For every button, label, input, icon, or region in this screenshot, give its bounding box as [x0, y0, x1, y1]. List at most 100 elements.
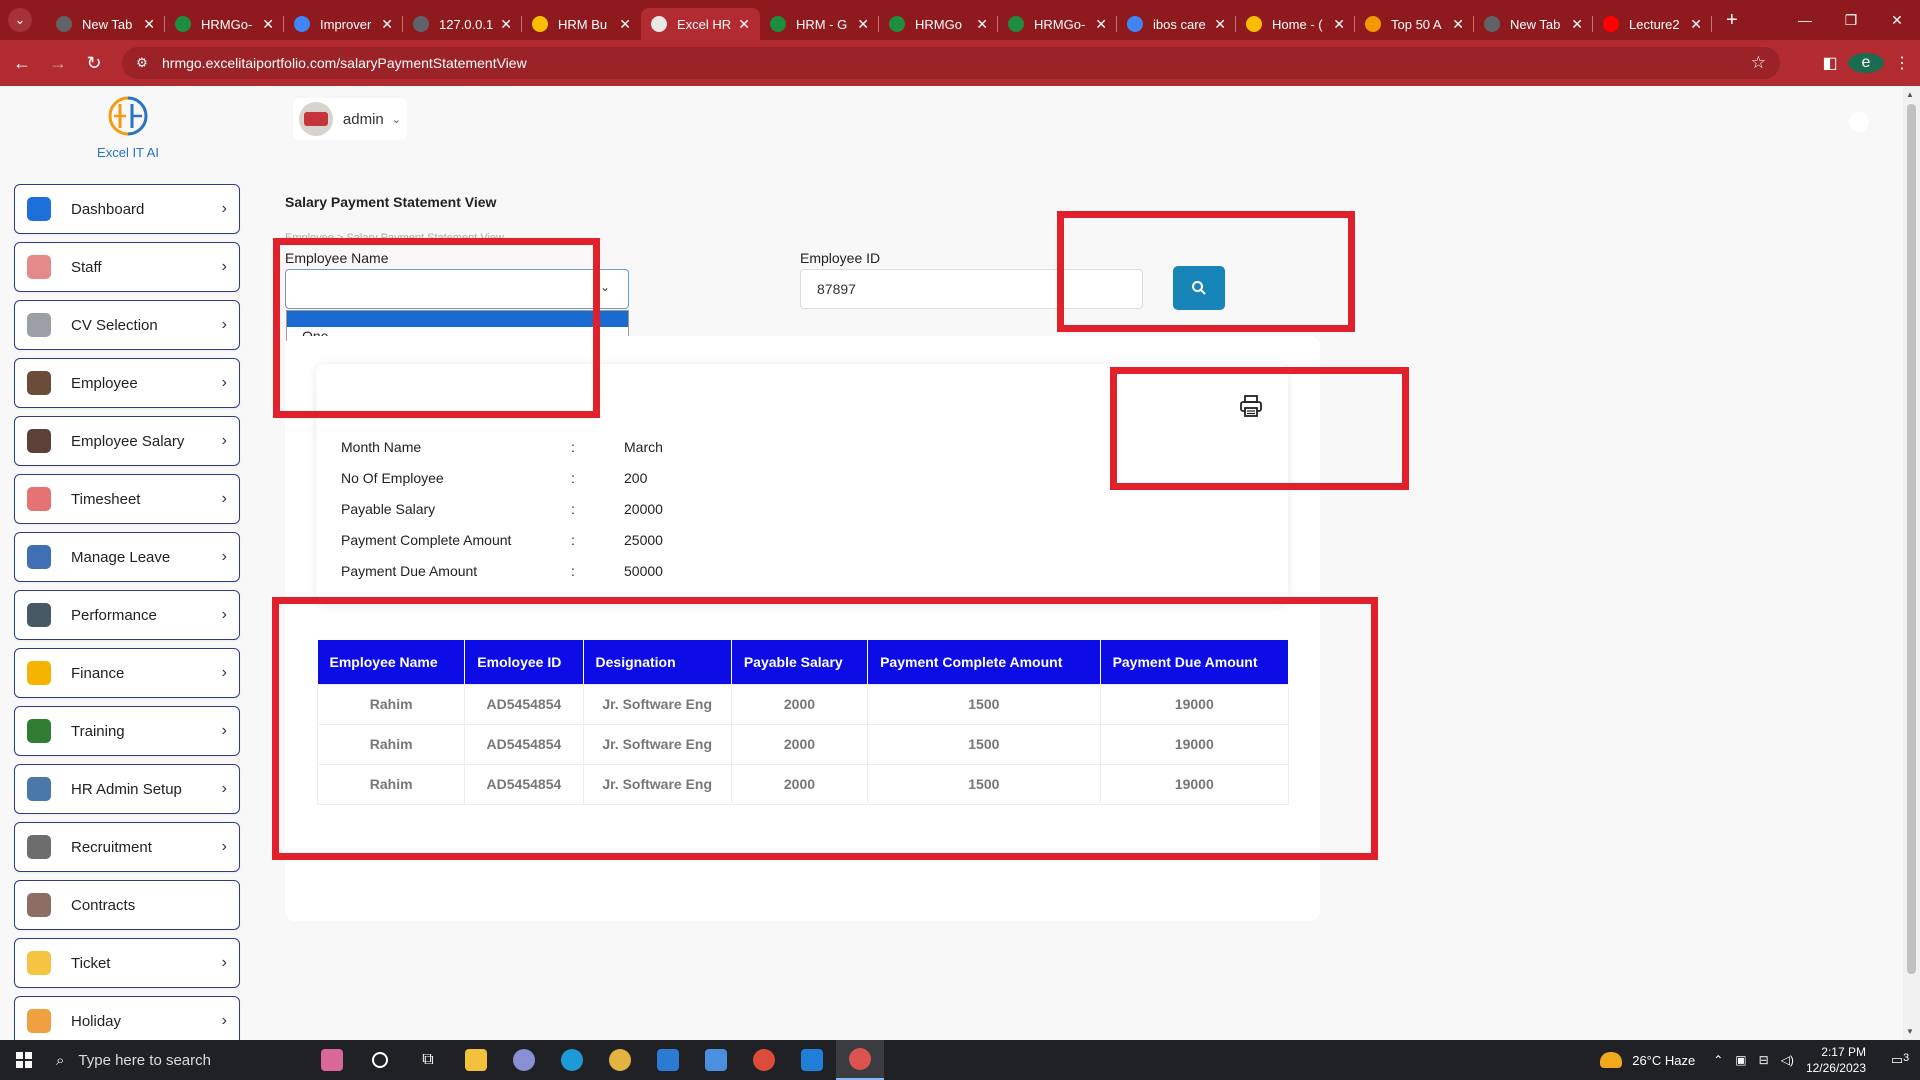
- sidebar-item-employee-salary[interactable]: Employee Salary ›: [14, 416, 240, 466]
- back-button[interactable]: ←: [8, 49, 36, 77]
- browser-tab[interactable]: 127.0.0.1 ✕: [403, 8, 522, 40]
- profile-button[interactable]: e: [1848, 53, 1884, 73]
- restore-button[interactable]: ❐: [1828, 0, 1874, 40]
- notification-dot-icon[interactable]: [1849, 112, 1869, 132]
- column-header[interactable]: Payment Due Amount: [1100, 640, 1290, 684]
- browser-tab[interactable]: New Tab ✕: [1474, 8, 1593, 40]
- url-field[interactable]: ⚙ hrmgo.excelitaiportfolio.com/salaryPay…: [122, 47, 1780, 79]
- browser-tab[interactable]: Lecture2 ✕: [1593, 8, 1712, 40]
- sidebar-item-dashboard[interactable]: Dashboard ›: [14, 184, 240, 234]
- column-header[interactable]: Emoloyee ID: [464, 640, 584, 684]
- tab-close-icon[interactable]: ✕: [262, 16, 274, 33]
- page-scrollbar[interactable]: ▲ ▼: [1903, 86, 1920, 1040]
- scroll-up-arrow-icon[interactable]: ▲: [1906, 90, 1914, 99]
- sidebar-item-cv-selection[interactable]: CV Selection ›: [14, 300, 240, 350]
- volume-icon[interactable]: ◁): [1781, 1053, 1794, 1067]
- dropdown-highlighted-option[interactable]: [287, 311, 628, 327]
- store-icon[interactable]: [692, 1040, 740, 1080]
- tab-close-icon[interactable]: ✕: [143, 16, 155, 33]
- cortana-icon[interactable]: [356, 1040, 404, 1080]
- browser-tab[interactable]: HRM Bu ✕: [522, 8, 641, 40]
- tab-close-icon[interactable]: ✕: [1452, 16, 1464, 33]
- scroll-down-arrow-icon[interactable]: ▼: [1906, 1027, 1914, 1036]
- browser-tab[interactable]: ibos care ✕: [1117, 8, 1236, 40]
- table-cell: 1500: [867, 723, 1101, 765]
- app-logo[interactable]: Excel IT AI: [92, 94, 164, 160]
- sidebar-item-holiday[interactable]: Holiday ›: [14, 996, 240, 1040]
- weather-widget[interactable]: 26°C Haze: [1600, 1052, 1695, 1068]
- sidebar-item-contracts[interactable]: Contracts: [14, 880, 240, 930]
- column-header[interactable]: Payment Complete Amount: [867, 640, 1101, 684]
- browser-menu-icon[interactable]: ⋮: [1884, 53, 1920, 73]
- taskbar-search[interactable]: ⌕ Type here to search: [48, 1040, 298, 1080]
- sidebar-item-timesheet[interactable]: Timesheet ›: [14, 474, 240, 524]
- column-header[interactable]: Payable Salary: [731, 640, 869, 684]
- tab-close-icon[interactable]: ✕: [500, 16, 512, 33]
- summary-separator: :: [571, 563, 575, 579]
- browser-tab[interactable]: Home - (✕: [1236, 8, 1355, 40]
- tab-close-icon[interactable]: ✕: [1095, 16, 1107, 33]
- start-button[interactable]: [0, 1052, 48, 1068]
- clock[interactable]: 2:17 PM 12/26/2023: [1806, 1044, 1866, 1076]
- tab-close-icon[interactable]: ✕: [1333, 16, 1345, 33]
- tab-close-icon[interactable]: ✕: [976, 16, 988, 33]
- sidebar-item-manage-leave[interactable]: Manage Leave ›: [14, 532, 240, 582]
- teams-icon[interactable]: [500, 1040, 548, 1080]
- scroll-thumb[interactable]: [1907, 104, 1916, 974]
- tab-close-icon[interactable]: ✕: [1571, 16, 1583, 33]
- chevron-up-icon[interactable]: ⌃: [1713, 1053, 1723, 1067]
- browser-tab[interactable]: Top 50 A ✕: [1355, 8, 1474, 40]
- sidebar-item-performance[interactable]: Performance ›: [14, 590, 240, 640]
- sidebar-item-hr-admin-setup[interactable]: HR Admin Setup ›: [14, 764, 240, 814]
- browser-tab[interactable]: HRMGo ✕: [879, 8, 998, 40]
- task-view-icon[interactable]: ⧉: [404, 1040, 452, 1080]
- employee-name-select[interactable]: ⌄: [285, 269, 629, 309]
- user-menu[interactable]: admin ⌄: [293, 98, 407, 140]
- employee-id-input[interactable]: 87897: [800, 269, 1143, 309]
- sidebar-item-employee[interactable]: Employee ›: [14, 358, 240, 408]
- sidebar-item-training[interactable]: Training ›: [14, 706, 240, 756]
- tab-close-icon[interactable]: ✕: [738, 16, 750, 33]
- browser-tab[interactable]: HRMGo- ✕: [998, 8, 1117, 40]
- sidebar-item-recruitment[interactable]: Recruitment ›: [14, 822, 240, 872]
- sidebar-item-ticket[interactable]: Ticket ›: [14, 938, 240, 988]
- browser-tab[interactable]: Excel HR ✕: [641, 8, 760, 40]
- network-icon[interactable]: ⊟: [1759, 1053, 1769, 1067]
- notification-center-icon[interactable]: ▭ 3: [1880, 1052, 1920, 1068]
- tab-close-icon[interactable]: ✕: [1214, 16, 1226, 33]
- column-header[interactable]: Employee Name: [317, 640, 466, 684]
- search-button[interactable]: [1173, 266, 1225, 310]
- browser-tab[interactable]: HRMGo- ✕: [165, 8, 284, 40]
- bookmark-star-icon[interactable]: ☆: [1751, 53, 1766, 73]
- browser-tab[interactable]: New Tab ✕: [46, 8, 165, 40]
- widgets-icon[interactable]: [308, 1040, 356, 1080]
- side-panel-icon[interactable]: ◧: [1812, 53, 1848, 73]
- tab-title: HRMGo: [915, 16, 962, 32]
- slack-icon[interactable]: [596, 1040, 644, 1080]
- column-header[interactable]: Designation: [583, 640, 732, 684]
- tab-close-icon[interactable]: ✕: [619, 16, 631, 33]
- file-explorer-icon[interactable]: [452, 1040, 500, 1080]
- tab-search-button[interactable]: ⌄: [8, 8, 32, 32]
- mail-icon[interactable]: [644, 1040, 692, 1080]
- browser-tab[interactable]: HRM - G ✕: [760, 8, 879, 40]
- close-window-button[interactable]: ✕: [1874, 0, 1920, 40]
- chrome-active-icon[interactable]: [836, 1040, 884, 1080]
- camera-icon[interactable]: ▣: [1735, 1053, 1746, 1067]
- new-tab-button[interactable]: +: [1726, 9, 1738, 32]
- vscode-icon[interactable]: [788, 1040, 836, 1080]
- sidebar-item-finance[interactable]: Finance ›: [14, 648, 240, 698]
- tab-close-icon[interactable]: ✕: [381, 16, 393, 33]
- edge-icon[interactable]: [548, 1040, 596, 1080]
- minimize-button[interactable]: —: [1782, 0, 1828, 40]
- print-button[interactable]: [1238, 393, 1264, 419]
- forward-button[interactable]: →: [44, 49, 72, 77]
- reload-button[interactable]: ↻: [80, 49, 108, 77]
- sidebar-item-staff[interactable]: Staff ›: [14, 242, 240, 292]
- chrome-icon[interactable]: [740, 1040, 788, 1080]
- tab-close-icon[interactable]: ✕: [1690, 16, 1702, 33]
- tab-favicon-icon: [889, 16, 905, 32]
- tab-close-icon[interactable]: ✕: [857, 16, 869, 33]
- site-info-icon[interactable]: ⚙: [132, 53, 152, 73]
- browser-tab[interactable]: Improver ✕: [284, 8, 403, 40]
